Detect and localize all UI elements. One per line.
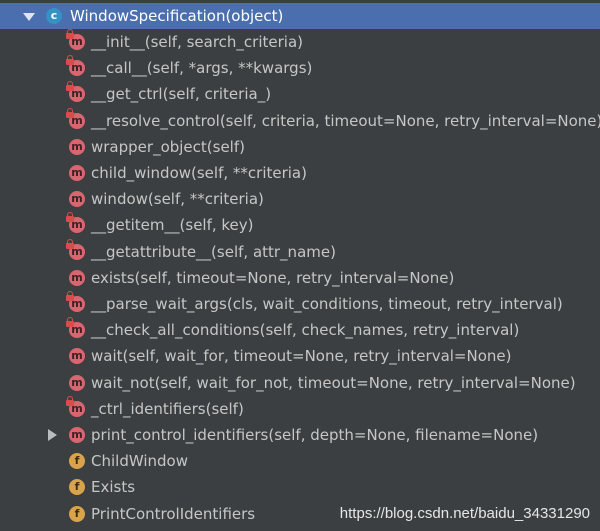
tree-row-method[interactable]: m __call__(self, *args, **kwargs) [0,55,600,81]
field-icon: f [69,479,85,495]
method-icon: m [69,165,85,181]
tree-row-method[interactable]: m wait(self, wait_for, timeout=None, retr… [0,343,600,369]
tree-row-method[interactable]: m wrapper_object(self) [0,134,600,160]
tree-row-method[interactable]: m exists(self, timeout=None, retry_interv… [0,265,600,291]
lock-icon [66,108,74,118]
field-label: ChildWindow [91,452,188,470]
method-icon: m [69,191,85,207]
class-icon: c [46,8,62,24]
lock-icon [66,239,74,249]
tree-row-method[interactable]: m print_control_identifiers(self, depth=N… [0,422,600,448]
tree-row-method[interactable]: m __get_ctrl(self, criteria_) [0,81,600,107]
method-label: print_control_identifiers(self, depth=No… [91,426,539,444]
method-icon: m [69,139,85,155]
method-icon: m [69,270,85,286]
method-icon: m [69,427,85,443]
field-label: Exists [91,478,136,496]
method-icon: m [69,375,85,391]
class-label: WindowSpecification(object) [70,7,284,25]
method-label: __getattribute__(self, attr_name) [91,243,336,261]
lock-icon [66,317,74,327]
tree-row-method[interactable]: m _ctrl_identifiers(self) [0,396,600,422]
method-label: __call__(self, *args, **kwargs) [91,59,313,77]
tree-row-class[interactable]: c WindowSpecification(object) [0,3,600,29]
expand-arrow-icon[interactable] [23,13,35,21]
tree-row-field[interactable]: f Exists [0,474,600,500]
lock-icon [66,55,74,65]
tree-row-method[interactable]: m __check_all_conditions(self, check_name… [0,317,600,343]
lock-icon [66,291,74,301]
method-label: _ctrl_identifiers(self) [91,400,244,418]
method-label: window(self, **criteria) [91,190,264,208]
tree-row-method[interactable]: m window(self, **criteria) [0,186,600,212]
method-label: __check_all_conditions(self, check_names… [91,321,520,339]
method-label: exists(self, timeout=None, retry_interva… [91,269,455,287]
tree-row-method[interactable]: m __getitem__(self, key) [0,212,600,238]
tree-row-method[interactable]: m __resolve_control(self, criteria, timeo… [0,108,600,134]
method-icon: m [69,348,85,364]
method-label: __init__(self, search_criteria) [91,33,303,51]
lock-icon [66,81,74,91]
field-icon: f [69,506,85,522]
tree-row-method[interactable]: m __parse_wait_args(cls, wait_conditions,… [0,291,600,317]
method-label: __getitem__(self, key) [91,216,254,234]
tree-row-method[interactable]: m __getattribute__(self, attr_name) [0,239,600,265]
tree-row-method[interactable]: m wait_not(self, wait_for_not, timeout=No… [0,370,600,396]
method-label: __parse_wait_args(cls, wait_conditions, … [91,295,563,313]
method-label: __get_ctrl(self, criteria_) [91,85,272,103]
field-icon: f [69,453,85,469]
tree-row-method[interactable]: m child_window(self, **criteria) [0,160,600,186]
method-label: __resolve_control(self, criteria, timeou… [91,112,600,130]
lock-icon [66,212,74,222]
watermark-text: https://blog.csdn.net/baidu_34331290 [339,505,590,522]
lock-icon [66,396,74,406]
structure-tree: c WindowSpecification(object) m __init__(… [0,0,600,531]
lock-icon [66,29,74,39]
method-label: wait_not(self, wait_for_not, timeout=Non… [91,374,576,392]
method-label: wrapper_object(self) [91,138,245,156]
method-label: child_window(self, **criteria) [91,164,307,182]
field-label: PrintControlIdentifiers [91,505,256,523]
method-label: wait(self, wait_for, timeout=None, retry… [91,347,512,365]
expand-arrow-icon[interactable] [48,429,57,441]
tree-row-method[interactable]: m __init__(self, search_criteria) [0,29,600,55]
tree-row-field[interactable]: f ChildWindow [0,448,600,474]
